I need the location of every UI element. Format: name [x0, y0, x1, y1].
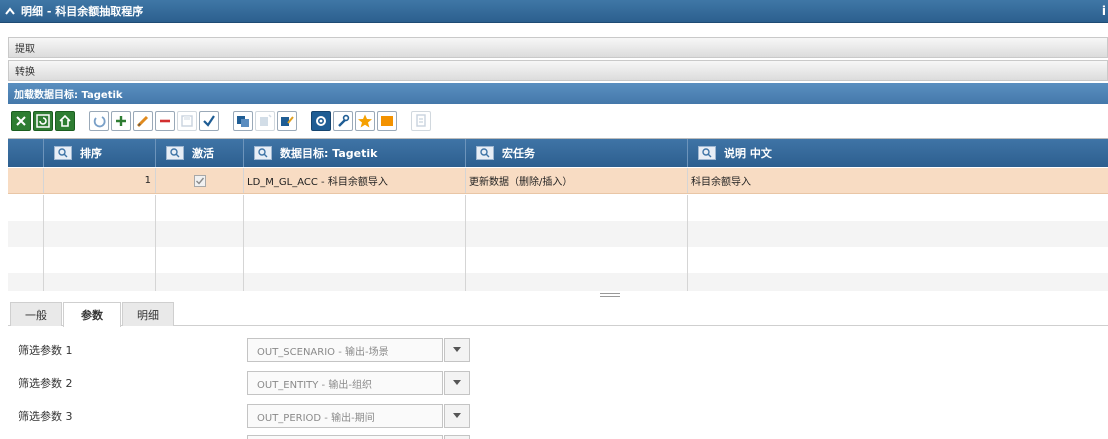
tab-detail[interactable]: 明细 [122, 302, 174, 326]
tab-bar: 一般 参数 明细 [8, 302, 1108, 327]
param-select-partial[interactable] [247, 435, 443, 439]
section-transform[interactable]: 转换 [8, 60, 1108, 81]
add-icon[interactable] [111, 111, 131, 131]
settings-gear-icon[interactable] [311, 111, 331, 131]
cell-order: 1 [44, 168, 156, 193]
table-row[interactable]: 1 LD_M_GL_ACC - 科目余额导入 更新数据（删除/插入） 科目余额导… [8, 168, 1108, 194]
grid-header-macro[interactable]: 宏任务 [466, 139, 688, 167]
param-row: 筛选参数 2 OUT_ENTITY - 输出-组织 [0, 370, 1108, 396]
wrench-tool-icon[interactable] [333, 111, 353, 131]
chevron-down-icon[interactable] [444, 371, 470, 395]
delete-minus-icon[interactable] [155, 111, 175, 131]
grid-header-macro-label: 宏任务 [502, 147, 535, 160]
row-selector[interactable] [8, 168, 44, 193]
parameter-form: 筛选参数 1 OUT_SCENARIO - 输出-场景 筛选参数 2 OUT_E… [0, 327, 1108, 439]
param-row: 筛选参数 1 OUT_SCENARIO - 输出-场景 [0, 337, 1108, 363]
info-icon[interactable]: i [1102, 4, 1106, 18]
collapse-up-icon[interactable] [4, 5, 16, 17]
load-target-header-label: 加载数据目标: Tagetik [14, 90, 123, 101]
empty-row [8, 195, 1108, 221]
grid-header-description-label: 说明 中文 [724, 147, 772, 160]
panel-splitter[interactable] [600, 293, 620, 297]
filter-icon[interactable] [254, 146, 272, 160]
param-label: 筛选参数 3 [18, 410, 73, 423]
param-select[interactable]: OUT_SCENARIO - 输出-场景 [247, 338, 443, 362]
filter-icon[interactable] [54, 146, 72, 160]
grid-header-select [8, 139, 44, 167]
grid-header-order-label: 排序 [80, 147, 102, 160]
param-row: 筛选参数 3 OUT_PERIOD - 输出-期间 [0, 403, 1108, 429]
filter-icon[interactable] [698, 146, 716, 160]
cell-description: 科目余额导入 [691, 177, 751, 188]
section-extract-label: 提取 [15, 44, 35, 55]
param-row-partial [0, 434, 1108, 439]
empty-row [8, 221, 1108, 247]
filter-icon[interactable] [166, 146, 184, 160]
active-checkbox[interactable] [193, 174, 206, 187]
cell-active [156, 168, 244, 193]
undo-icon[interactable] [89, 111, 109, 131]
grid-header-active-label: 激活 [192, 147, 214, 160]
home-icon[interactable] [55, 111, 75, 131]
param-select[interactable]: OUT_PERIOD - 输出-期间 [247, 404, 443, 428]
empty-row [8, 247, 1108, 273]
tab-general[interactable]: 一般 [10, 302, 62, 326]
cell-macro: 更新数据（删除/插入） [466, 168, 688, 193]
section-extract[interactable]: 提取 [8, 37, 1108, 58]
edit-doc-icon[interactable] [277, 111, 297, 131]
param-select[interactable]: OUT_ENTITY - 输出-组织 [247, 371, 443, 395]
save-icon[interactable] [177, 111, 197, 131]
data-grid: 排序 激活 数据目标: Tagetik 宏任务 说明 中文 1 LD_M_GL_… [8, 138, 1108, 291]
section-transform-label: 转换 [15, 67, 35, 78]
refresh-icon[interactable] [33, 111, 53, 131]
orange-block-icon[interactable] [377, 111, 397, 131]
excel-export-icon[interactable] [11, 111, 31, 131]
window-title: 明细 - 科目余额抽取程序 [21, 5, 144, 18]
favorite-star-icon[interactable] [355, 111, 375, 131]
cell-target: LD_M_GL_ACC - 科目余额导入 [244, 168, 466, 193]
empty-row [8, 273, 1108, 291]
grid-header-order[interactable]: 排序 [44, 139, 156, 167]
confirm-check-icon[interactable] [199, 111, 219, 131]
param-label: 筛选参数 2 [18, 377, 73, 390]
param-label: 筛选参数 1 [18, 344, 73, 357]
toolbar [8, 105, 1108, 137]
filter-icon[interactable] [476, 146, 494, 160]
paste-icon[interactable] [255, 111, 275, 131]
grid-header-active[interactable]: 激活 [156, 139, 244, 167]
chevron-down-icon[interactable] [444, 404, 470, 428]
grid-header-target-label: 数据目标: Tagetik [280, 147, 378, 160]
attachment-icon[interactable] [411, 111, 431, 131]
edit-pencil-icon[interactable] [133, 111, 153, 131]
copy-icon[interactable] [233, 111, 253, 131]
grid-header-target[interactable]: 数据目标: Tagetik [244, 139, 466, 167]
tab-parameters[interactable]: 参数 [63, 302, 121, 327]
grid-header: 排序 激活 数据目标: Tagetik 宏任务 说明 中文 [8, 139, 1108, 167]
load-target-header: 加载数据目标: Tagetik [8, 83, 1108, 104]
window-titlebar: 明细 - 科目余额抽取程序 i [0, 0, 1108, 23]
grid-header-description[interactable]: 说明 中文 [688, 139, 1108, 167]
chevron-down-icon[interactable] [444, 435, 470, 439]
chevron-down-icon[interactable] [444, 338, 470, 362]
